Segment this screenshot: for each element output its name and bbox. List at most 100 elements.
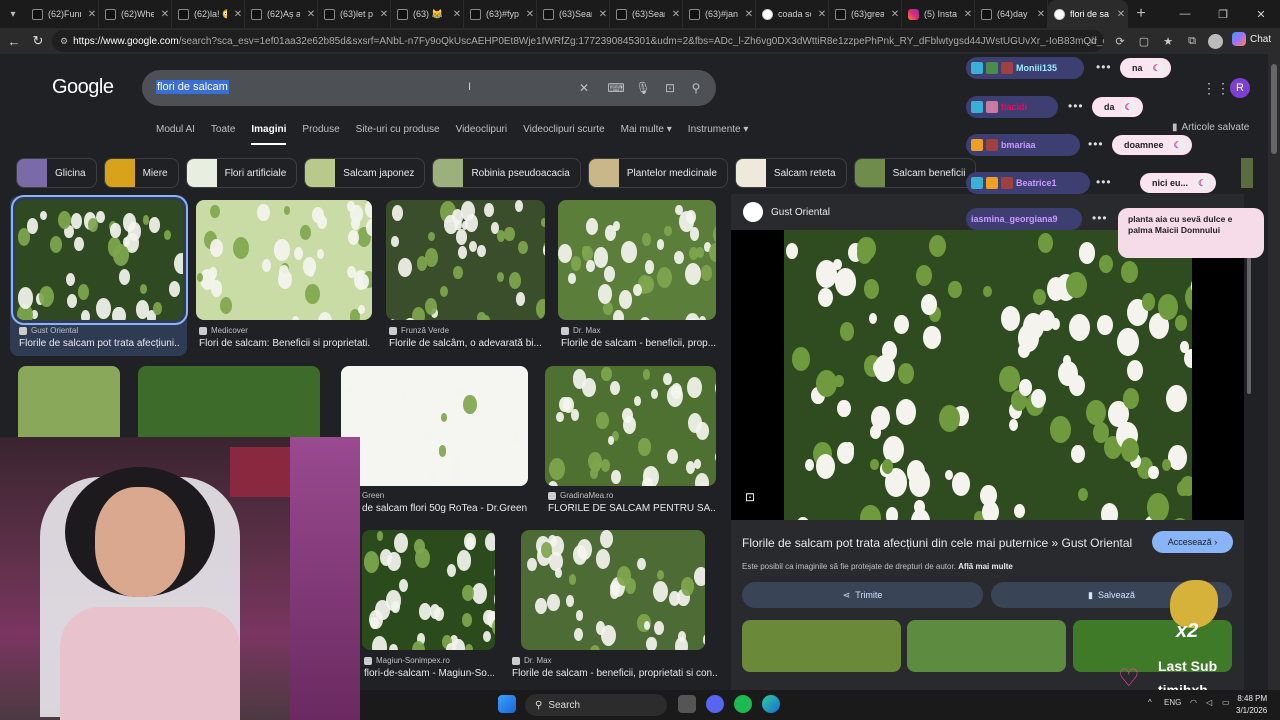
result-image[interactable]: [386, 200, 545, 320]
microphone-icon[interactable]: 🎙: [635, 80, 651, 96]
result-title[interactable]: Florile de salcâm, o adevarată bi...: [389, 338, 545, 349]
tab-search-icon[interactable]: ▾: [0, 0, 26, 28]
close-tab-icon[interactable]: ✕: [378, 9, 390, 20]
account-avatar[interactable]: R: [1230, 78, 1250, 98]
refinement-chip[interactable]: Salcam reteta: [734, 158, 847, 188]
windows-start-icon[interactable]: [498, 695, 516, 713]
close-tab-icon[interactable]: ✕: [1115, 9, 1127, 20]
refinement-chip[interactable]: Glicina: [16, 158, 97, 188]
result-title[interactable]: Florile de salcam pot trata afecțiuni...: [19, 338, 179, 349]
close-tab-icon[interactable]: ✕: [670, 9, 682, 20]
collections-icon[interactable]: ⧉: [1180, 28, 1204, 54]
maximize-icon[interactable]: ❐: [1204, 0, 1242, 28]
close-tab-icon[interactable]: ✕: [524, 9, 536, 20]
saved-articles-link[interactable]: ▮ Articole salvate: [1172, 122, 1249, 133]
reload-icon[interactable]: ↻: [26, 29, 50, 53]
result-source[interactable]: Medicover: [199, 326, 248, 335]
tab-toate[interactable]: Toate: [211, 124, 235, 145]
close-tab-icon[interactable]: ✕: [597, 9, 609, 20]
result-image[interactable]: [362, 530, 495, 650]
edge-icon[interactable]: [762, 695, 780, 713]
copilot-chat-button[interactable]: Chat: [1232, 32, 1271, 46]
search-box[interactable]: flori de salcam I ✕ ⌨ 🎙 ⊡ ⚲: [142, 70, 716, 106]
minimize-icon[interactable]: —: [1166, 0, 1204, 28]
close-tab-icon[interactable]: ✕: [451, 9, 463, 20]
clear-icon[interactable]: ✕: [576, 80, 592, 96]
task-view-icon[interactable]: [678, 695, 696, 713]
result-image[interactable]: [196, 200, 372, 320]
close-tab-icon[interactable]: ✕: [743, 9, 755, 20]
taskbar-search[interactable]: ⚲ Search: [525, 694, 667, 716]
result-source[interactable]: GradinaMea.ro: [548, 491, 613, 500]
share-button[interactable]: ⋖ Trimite: [742, 582, 983, 608]
refinement-chip[interactable]: Flori artificiale: [185, 158, 298, 188]
favorites-icon[interactable]: ★: [1156, 28, 1180, 54]
page-scrollbar-thumb[interactable]: [1271, 64, 1277, 154]
browser-tab[interactable]: (63)#janel ✕: [683, 0, 756, 28]
search-icon[interactable]: ⚲: [688, 80, 704, 96]
close-tab-icon[interactable]: ✕: [232, 9, 244, 20]
result-title[interactable]: Florile de salcam - beneficii, proprieta…: [512, 668, 717, 679]
browser-tab[interactable]: (62)la! 😳 ✕: [172, 0, 245, 28]
google-logo[interactable]: Google: [52, 76, 114, 99]
tab-videoclipuri[interactable]: Videoclipuri: [456, 124, 508, 145]
learn-more-link[interactable]: Află mai multe: [958, 562, 1013, 571]
browser-tab[interactable]: coada sor ✕: [756, 0, 829, 28]
browser-tab[interactable]: (62)When ✕: [99, 0, 172, 28]
page-scrollbar[interactable]: [1268, 54, 1280, 694]
new-tab-button[interactable]: +: [1128, 5, 1154, 23]
bookmark-star-icon[interactable]: ☆: [1088, 34, 1098, 47]
result-source[interactable]: Gust Oriental: [19, 326, 78, 335]
spotify-icon[interactable]: [734, 695, 752, 713]
close-tab-icon[interactable]: ✕: [962, 9, 974, 20]
close-tab-icon[interactable]: ✕: [816, 9, 828, 20]
back-icon[interactable]: ←: [2, 29, 26, 53]
refinement-chip[interactable]: Plantelor medicinale: [587, 158, 728, 188]
lens-icon[interactable]: ⊡: [662, 80, 678, 96]
browser-tab[interactable]: flori de sa ✕: [1048, 0, 1128, 28]
preview-title[interactable]: Florile de salcam pot trata afecțiuni di…: [742, 536, 1132, 550]
tab-imagini[interactable]: Imagini: [251, 124, 287, 145]
close-tab-icon[interactable]: ✕: [889, 9, 901, 20]
language-indicator[interactable]: ENG: [1164, 698, 1181, 707]
refinement-chip[interactable]: Robinia pseudoacacia: [432, 158, 581, 188]
wifi-icon[interactable]: ◠: [1190, 698, 1197, 707]
tab-site-uri-cu-produse[interactable]: Site-uri cu produse: [356, 124, 440, 145]
close-tab-icon[interactable]: ✕: [159, 9, 171, 20]
preview-image[interactable]: [731, 230, 1244, 520]
result-title[interactable]: Flori de salcam: Beneficii si proprietat…: [199, 338, 371, 349]
tab-produse[interactable]: Produse: [302, 124, 339, 145]
battery-icon[interactable]: ▭: [1222, 698, 1230, 707]
lens-search-icon[interactable]: ⊡: [745, 490, 761, 506]
browser-tab[interactable]: (63)#fyp ✕: [464, 0, 537, 28]
search-input[interactable]: flori de salcam: [156, 80, 229, 94]
close-tab-icon[interactable]: ✕: [86, 9, 98, 20]
tab-instrumente[interactable]: Instrumente ▾: [688, 124, 749, 145]
browser-tab[interactable]: (62)Aș ave ✕: [245, 0, 318, 28]
split-screen-icon[interactable]: ▢: [1132, 28, 1156, 54]
browser-tab[interactable]: (64)day 1 ✕: [975, 0, 1048, 28]
system-clock[interactable]: 8:48 PM 3/1/2026: [1236, 693, 1267, 717]
preview-source[interactable]: Gust Oriental: [743, 202, 830, 222]
close-tab-icon[interactable]: ✕: [1035, 9, 1047, 20]
result-image[interactable]: [558, 200, 716, 320]
visit-button[interactable]: Accesează ›: [1152, 531, 1233, 553]
volume-icon[interactable]: ◁: [1206, 698, 1212, 707]
refinement-chip[interactable]: Salcam japonez: [304, 158, 426, 188]
browser-tab[interactable]: (62)Funny ✕: [26, 0, 99, 28]
tab-modul-ai[interactable]: Modul AI: [156, 124, 195, 145]
related-image[interactable]: [907, 620, 1066, 672]
browser-tab[interactable]: (63)great ✕: [829, 0, 902, 28]
result-title[interactable]: FLORILE DE SALCAM PENTRU SA...: [548, 503, 716, 514]
keyboard-icon[interactable]: ⌨: [607, 80, 624, 96]
url-bar[interactable]: ⚙ https://www.google.com/search?sca_esv=…: [52, 30, 1104, 52]
refinement-chip[interactable]: Salcam beneficii: [853, 158, 977, 188]
profile-avatar[interactable]: [1208, 33, 1223, 49]
browser-tab[interactable]: (63) 😹 🦓 ✕: [391, 0, 464, 28]
site-info-icon[interactable]: ⚙: [60, 36, 68, 47]
browser-tab[interactable]: (63)let pp ✕: [318, 0, 391, 28]
result-source[interactable]: Magiun-Sonimpex.ro: [364, 656, 450, 665]
preview-scrollbar[interactable]: [1245, 194, 1253, 694]
result-title[interactable]: flori-de-salcam - Magiun-So...: [364, 668, 494, 679]
related-image[interactable]: [742, 620, 901, 672]
